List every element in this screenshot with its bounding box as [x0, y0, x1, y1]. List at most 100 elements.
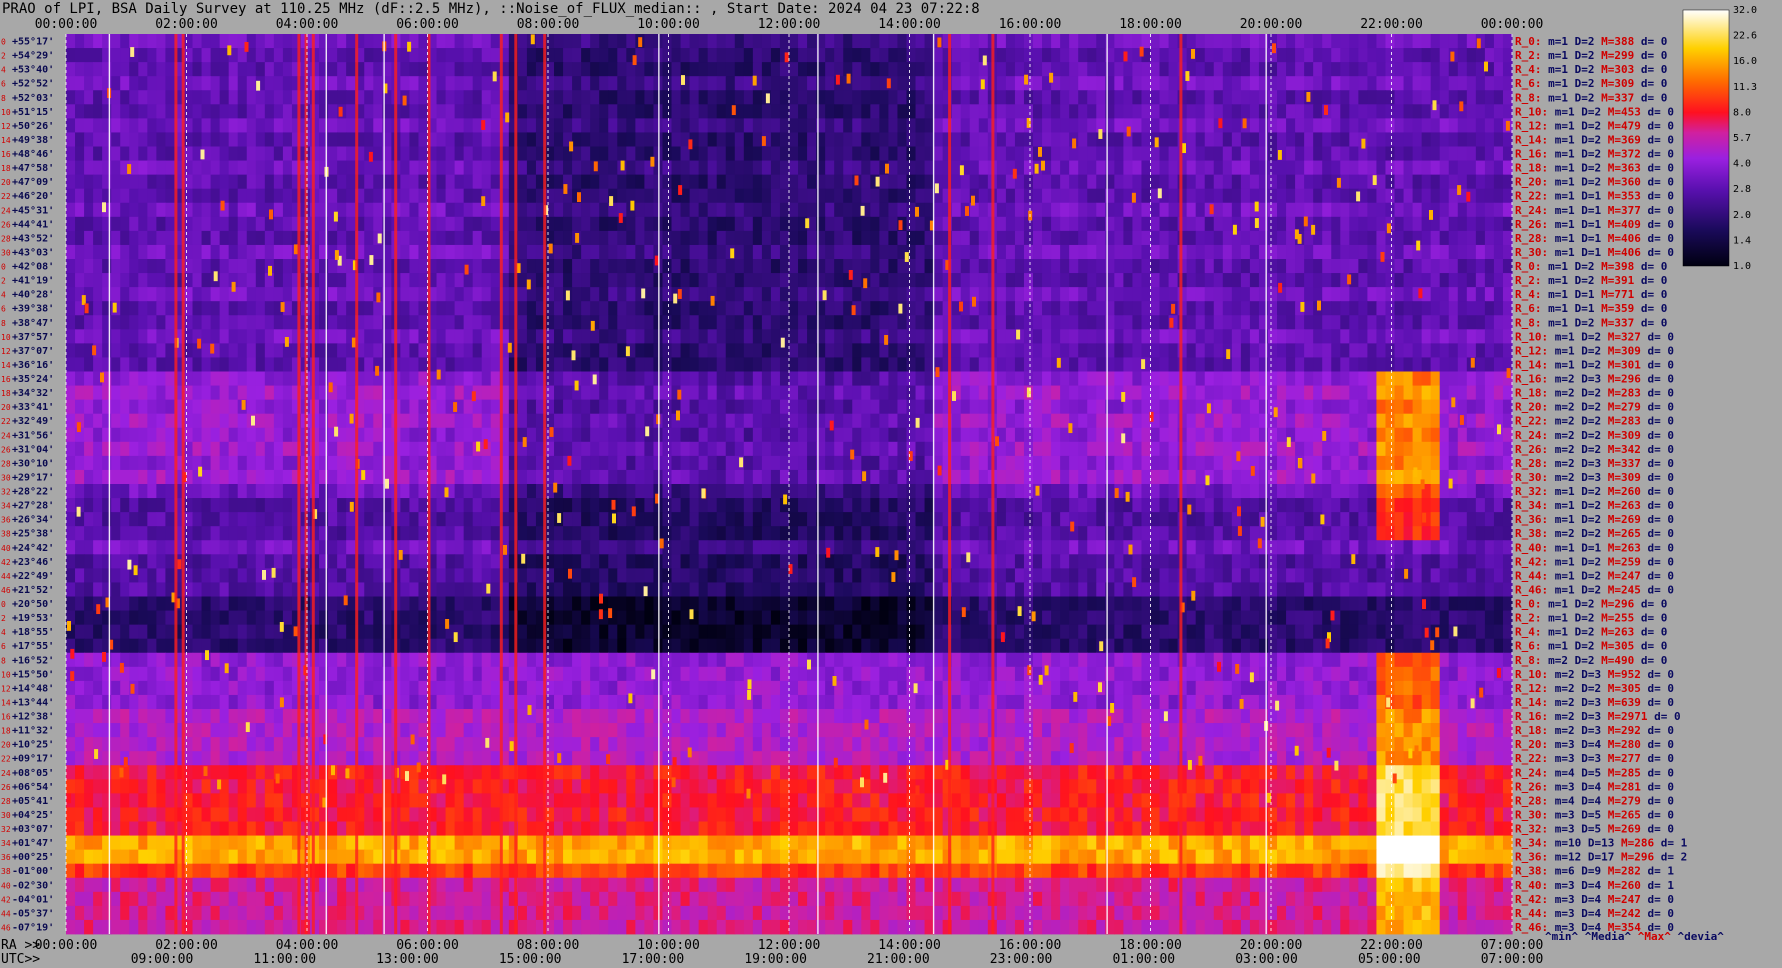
heatmap-cell	[1222, 188, 1233, 204]
heatmap-cell	[1385, 76, 1396, 91]
heatmap-cell	[644, 230, 655, 246]
heatmap-cell	[481, 315, 492, 330]
heatmap-cell	[599, 244, 609, 260]
heatmap-cell	[843, 90, 853, 105]
heatmap-cell	[1078, 132, 1088, 147]
heatmap-cell	[1286, 315, 1296, 330]
heatmap-cell	[825, 146, 835, 161]
heatmap-cell	[662, 357, 673, 372]
heatmap-cell	[888, 399, 899, 415]
heatmap-cell	[933, 427, 944, 443]
heatmap-cell	[608, 413, 618, 429]
heatmap-cell	[680, 329, 691, 344]
heatmap-cell	[897, 385, 908, 401]
heatmap-cell	[1141, 301, 1152, 316]
heatmap-cell	[66, 427, 76, 443]
heatmap-cell	[147, 259, 157, 274]
heatmap-cell	[156, 62, 167, 77]
heatmap-cell	[689, 48, 700, 63]
heatmap-cell	[1231, 343, 1242, 358]
heatmap-cell	[1222, 104, 1233, 119]
heatmap-cell	[807, 76, 817, 91]
heatmap-cell	[662, 301, 673, 316]
heatmap-cell	[1159, 90, 1170, 105]
heatmap-cell	[978, 273, 989, 288]
heatmap-cell	[129, 315, 139, 330]
heatmap-cell	[1502, 202, 1513, 218]
heatmap-cell	[924, 146, 935, 161]
heatmap-cell	[1222, 441, 1233, 457]
heatmap-cell	[418, 259, 429, 274]
heatmap-cell	[1177, 399, 1188, 415]
heatmap-cell	[165, 160, 176, 176]
heatmap-cell	[228, 357, 239, 372]
heatmap-cell	[1123, 104, 1134, 119]
heatmap-cell	[454, 273, 465, 288]
heatmap-cell	[852, 146, 862, 161]
heatmap-cell	[1331, 273, 1341, 288]
heatmap-cell	[1060, 48, 1070, 63]
heatmap-cell	[1069, 455, 1079, 471]
heatmap-cell	[554, 357, 564, 372]
heatmap-cell	[400, 427, 411, 443]
heatmap-cell	[1005, 273, 1016, 288]
heatmap-cell	[1168, 118, 1179, 133]
heatmap-cell	[779, 104, 790, 119]
heatmap-cell	[707, 259, 718, 274]
heatmap-cell	[463, 62, 474, 77]
heatmap-cell	[201, 118, 212, 133]
heatmap-cell	[1150, 90, 1161, 105]
heatmap-cell	[544, 259, 555, 274]
heatmap-cell	[237, 357, 248, 372]
heatmap-cell	[75, 132, 85, 147]
heatmap-cell	[346, 273, 356, 288]
heatmap-cell	[1502, 104, 1513, 119]
heatmap-cell	[1159, 216, 1170, 232]
heatmap-cell	[1403, 188, 1414, 204]
heatmap-cell	[1349, 287, 1359, 302]
heatmap-cell	[834, 343, 844, 358]
heatmap-cell	[210, 174, 221, 190]
heatmap-cell	[273, 34, 284, 49]
heatmap-cell	[689, 202, 700, 218]
heatmap-cell	[915, 132, 926, 147]
heatmap-cell	[409, 385, 420, 401]
heatmap-cell	[1168, 202, 1179, 218]
heatmap-cell	[111, 357, 121, 372]
heatmap-cell	[834, 62, 844, 77]
heatmap-cell	[1385, 343, 1396, 358]
heatmap-cell	[1132, 441, 1143, 457]
heatmap-cell	[120, 329, 130, 344]
heatmap-cell	[924, 230, 935, 246]
heatmap-cell	[490, 301, 501, 316]
heatmap-cell	[1150, 315, 1161, 330]
heatmap-cell	[617, 230, 627, 246]
heatmap-cell	[111, 174, 121, 190]
heatmap-cell	[572, 34, 582, 49]
heatmap-cell	[752, 230, 763, 246]
heatmap-cell	[156, 315, 167, 330]
heatmap-cell	[84, 132, 94, 147]
heatmap-cell	[1448, 132, 1459, 147]
heatmap-cell	[807, 315, 817, 330]
heatmap-cell	[1023, 34, 1034, 49]
heatmap-cell	[789, 146, 799, 161]
heatmap-cell	[264, 301, 275, 316]
heatmap-cell	[1394, 273, 1405, 288]
heatmap-cell	[490, 160, 501, 176]
heatmap-cell	[861, 301, 871, 316]
heatmap-cell	[445, 315, 456, 330]
heatmap-cell	[924, 34, 935, 49]
heatmap-cell	[1394, 132, 1405, 147]
heatmap-cell	[1087, 146, 1097, 161]
heatmap-cell	[1421, 273, 1432, 288]
heatmap-cell	[147, 34, 157, 49]
heatmap-cell	[933, 62, 944, 77]
heatmap-cell	[1141, 244, 1152, 260]
heatmap-cell	[102, 230, 112, 246]
heatmap-cell	[1403, 287, 1414, 302]
heatmap-cell	[346, 315, 356, 330]
heatmap-cell	[111, 146, 121, 161]
heatmap-cell	[1430, 174, 1441, 190]
heatmap-cell	[1376, 202, 1387, 218]
